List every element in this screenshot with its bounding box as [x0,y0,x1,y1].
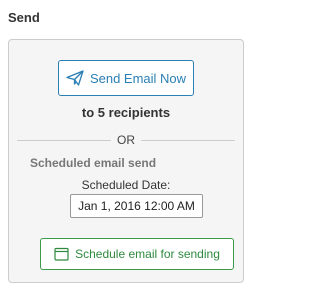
scheduled-date-input[interactable] [70,194,203,218]
section-heading: Send [8,10,40,25]
send-email-now-button[interactable]: Send Email Now [58,60,194,96]
send-email-now-label: Send Email Now [89,70,187,86]
calendar-icon [54,247,69,261]
schedule-email-button[interactable]: Schedule email for sending [40,238,234,270]
paper-plane-icon [66,70,84,86]
scheduled-send-title: Scheduled email send [30,156,157,170]
recipients-count: to 5 recipients [81,105,171,120]
scheduled-date-label: Scheduled Date: [81,178,171,192]
schedule-email-label: Schedule email for sending [75,247,220,261]
or-separator: OR [9,133,243,147]
send-panel: Send Email Now to 5 recipients OR Schedu… [8,39,244,283]
or-label: OR [111,133,141,147]
